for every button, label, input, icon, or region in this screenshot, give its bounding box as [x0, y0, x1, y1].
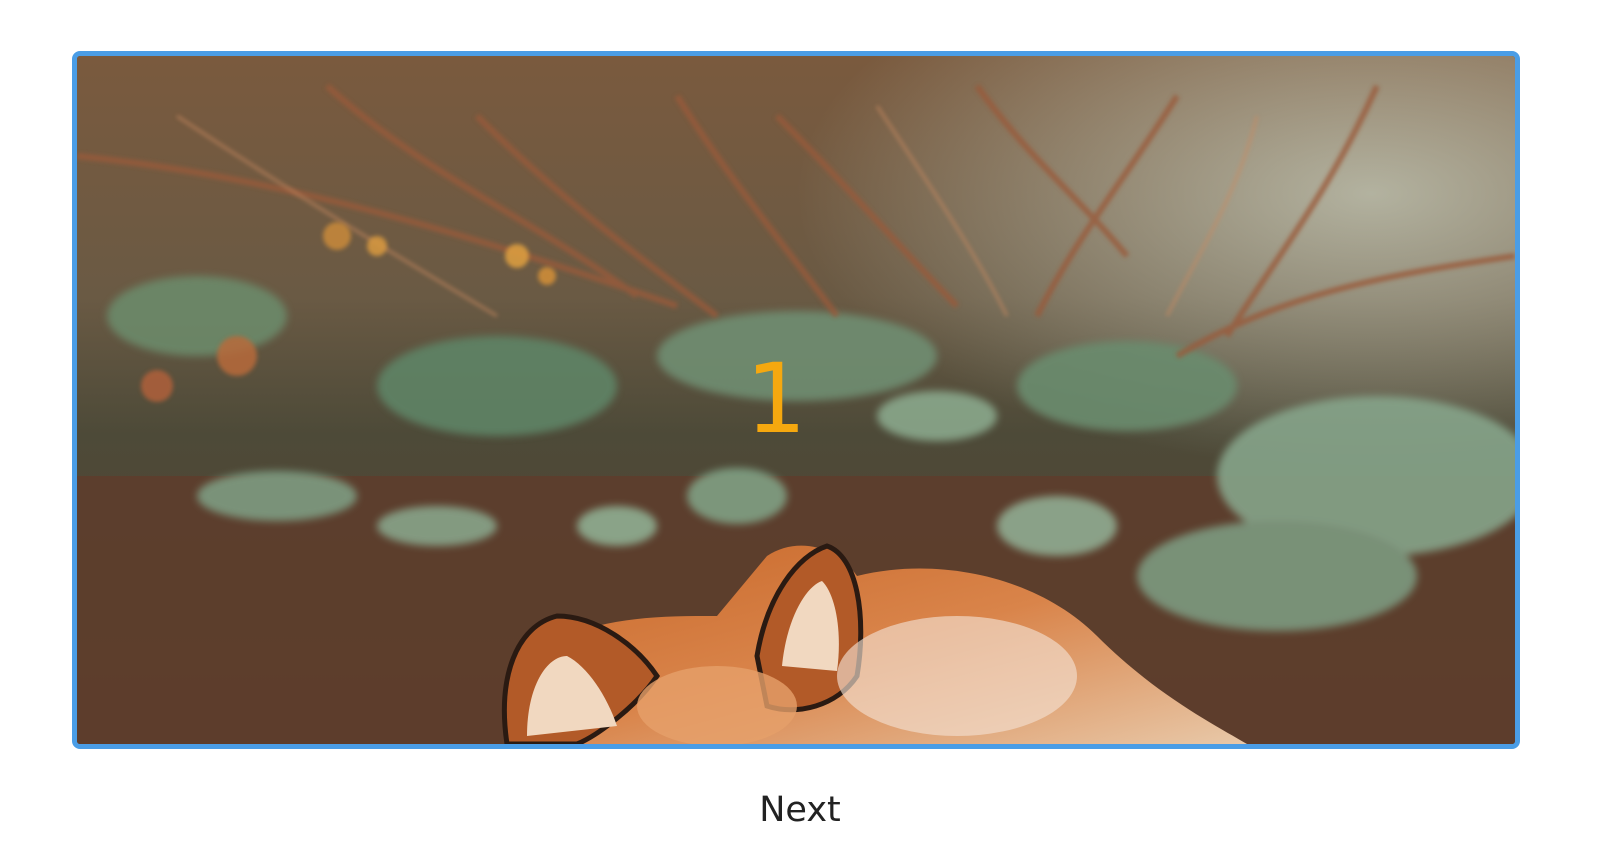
slide-frame: 1	[72, 51, 1520, 749]
slide-image	[77, 56, 1515, 744]
carousel: 1 Next	[0, 0, 1622, 866]
next-button[interactable]: Next	[745, 786, 855, 834]
